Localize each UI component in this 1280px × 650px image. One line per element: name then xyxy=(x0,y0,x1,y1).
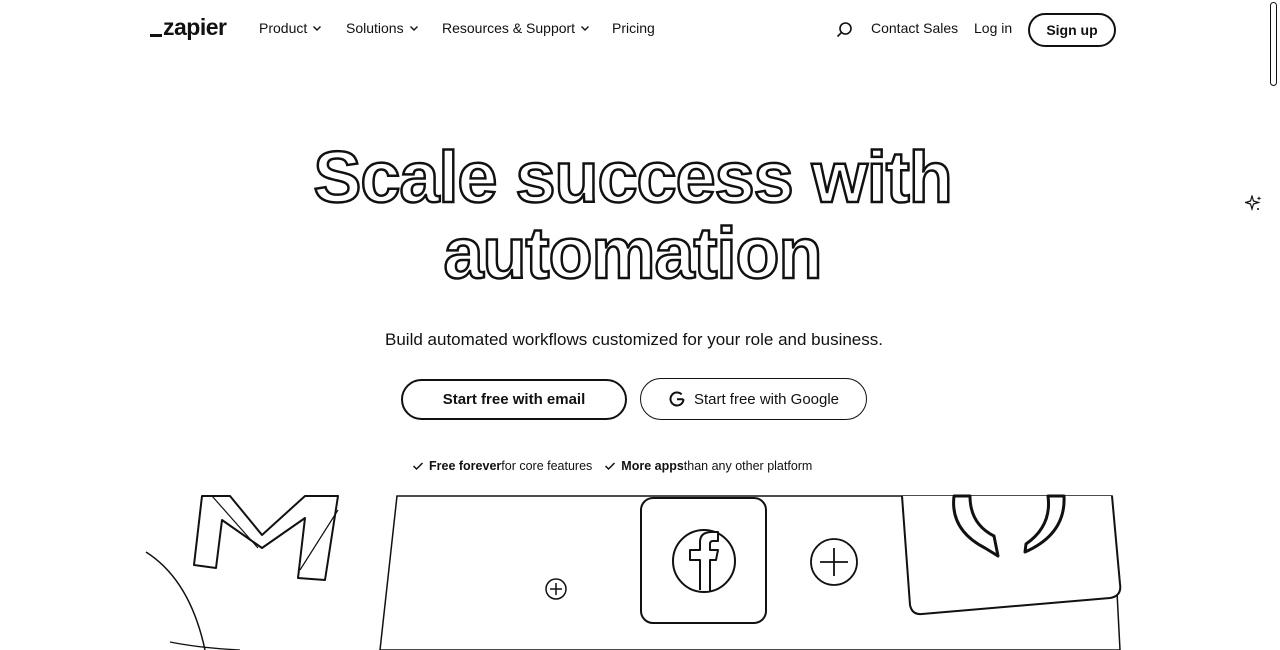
perk-bold: More apps xyxy=(621,459,684,473)
nav-resources-label: Resources & Support xyxy=(442,20,576,36)
hero-title: Scale success with automation xyxy=(0,138,1265,294)
nav-solutions[interactable]: Solutions xyxy=(346,20,419,36)
chevron-down-icon xyxy=(313,26,322,31)
check-icon xyxy=(412,462,424,471)
illustration-canvas xyxy=(145,494,1122,650)
perk-rest: than any other platform xyxy=(683,459,813,473)
chevron-down-icon xyxy=(409,26,418,31)
start-free-google-label: Start free with Google xyxy=(693,390,840,408)
gmail-icon xyxy=(193,495,339,581)
perk-rest: for core features xyxy=(501,459,593,473)
hero-title-line2: automation xyxy=(442,214,823,294)
facebook-icon xyxy=(640,497,767,624)
search-icon[interactable] xyxy=(836,21,853,38)
site-header: zapier Product Solutions Resources & Sup… xyxy=(0,0,1280,58)
chevron-down-icon xyxy=(581,26,590,31)
contact-sales-link[interactable]: Contact Sales xyxy=(871,20,958,36)
hero-subtitle: Build automated workflows customized for… xyxy=(385,330,883,349)
logo-text: zapier xyxy=(163,14,227,40)
logo-bar xyxy=(150,34,162,37)
nav-product-label: Product xyxy=(259,20,308,36)
perk-item: More apps than any other platform xyxy=(604,459,812,473)
scrollbar[interactable] xyxy=(1270,2,1277,86)
plus-icon xyxy=(545,578,567,600)
nav-resources-support[interactable]: Resources & Support xyxy=(442,20,590,36)
perks-row: Free forever for core features More apps… xyxy=(412,459,824,473)
start-free-google-button[interactable]: Start free with Google xyxy=(640,378,867,420)
perk-item: Free forever for core features xyxy=(412,459,592,473)
sign-up-button[interactable]: Sign up xyxy=(1028,13,1116,47)
hero-illustration xyxy=(0,490,1280,650)
zapier-logo[interactable]: zapier xyxy=(150,14,227,41)
nav-product[interactable]: Product xyxy=(259,20,322,36)
perk-bold: Free forever xyxy=(429,459,502,473)
check-icon xyxy=(605,462,616,471)
start-free-email-button[interactable]: Start free with email xyxy=(401,379,627,420)
nav-pricing[interactable]: Pricing xyxy=(612,20,655,36)
nav-solutions-label: Solutions xyxy=(346,20,404,36)
log-in-link[interactable]: Log in xyxy=(974,20,1012,36)
nav-pricing-label: Pricing xyxy=(612,20,655,36)
plus-icon xyxy=(810,538,858,586)
hero-title-line1: Scale success with xyxy=(312,138,954,218)
google-icon xyxy=(669,391,685,407)
